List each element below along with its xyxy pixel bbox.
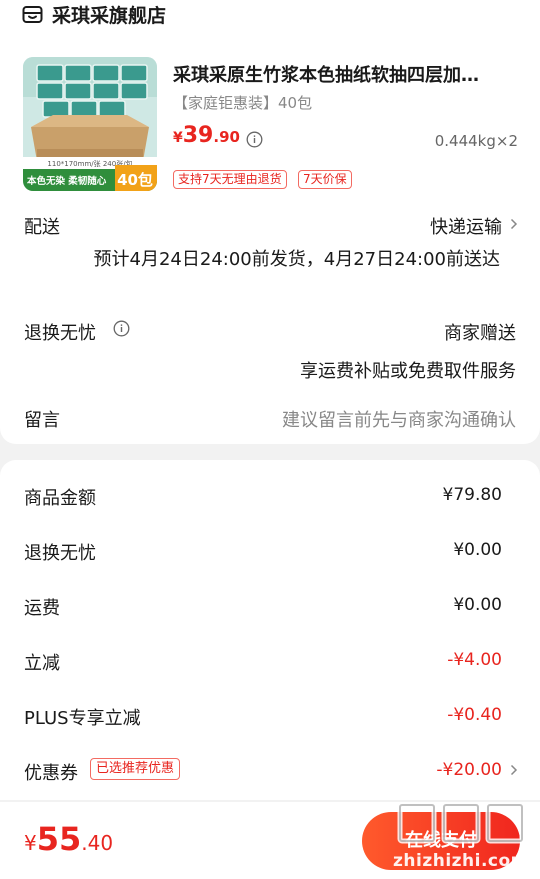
summary-discount-value: -¥4.00 — [447, 650, 502, 670]
summary-coupon-label[interactable]: 优惠券 — [24, 759, 78, 785]
coupon-chevron-icon[interactable] — [510, 764, 518, 776]
product-price: ¥39.90 — [173, 123, 240, 148]
delivery-label: 配送 — [24, 217, 60, 238]
total-decimal: .40 — [81, 831, 114, 855]
product-weight-quantity: 0.444kg×2 — [434, 132, 518, 150]
price-protect-tag: 7天价保 — [298, 170, 352, 189]
price-integer: 39 — [182, 123, 214, 148]
store-icon — [22, 5, 43, 23]
total-currency: ¥ — [24, 831, 37, 855]
watermark-text: zhizhizhi.com — [393, 851, 529, 871]
price-decimal: .90 — [213, 128, 240, 146]
store-header[interactable]: 采琪采旗舰店 — [22, 2, 167, 27]
order-card: 采琪采旗舰店 110*170mm/张 240张/包 本色无染 柔韧随心 40包 … — [0, 0, 540, 444]
summary-returns-label: 退换无忧 — [24, 543, 96, 564]
summary-goods-label: 商品金额 — [24, 488, 96, 509]
coupon-badge: 已选推荐优惠 — [90, 758, 181, 780]
store-name: 采琪采旗舰店 — [52, 4, 167, 27]
summary-coupon-value[interactable]: -¥20.00 — [436, 760, 502, 780]
summary-plus-label: PLUS专享立减 — [24, 708, 141, 729]
returns-value: 商家赠送 — [444, 323, 516, 344]
price-summary-card — [0, 460, 540, 800]
summary-discount-label: 立减 — [24, 653, 60, 674]
product-spec[interactable]: 【家庭钜惠装】40包 — [173, 92, 312, 113]
summary-shipping-value: ¥0.00 — [453, 595, 502, 615]
total-price: ¥55.40 — [24, 820, 113, 858]
returns-info-icon[interactable] — [113, 320, 130, 337]
image-count-text: 40包 — [117, 171, 153, 189]
message-input[interactable]: 建议留言前先与商家沟通确认 — [282, 406, 516, 432]
summary-shipping-label: 运费 — [24, 598, 60, 619]
image-banner-text: 本色无染 柔韧随心 — [27, 175, 107, 187]
product-title[interactable]: 采琪采原生竹浆本色抽纸软抽四层加… — [173, 61, 479, 87]
message-label: 留言 — [24, 410, 60, 431]
returns-desc: 享运费补贴或免费取件服务 — [300, 361, 516, 382]
returns-label: 退换无忧 — [24, 323, 96, 344]
summary-returns-value: ¥0.00 — [453, 540, 502, 560]
summary-goods-value: ¥79.80 — [442, 485, 502, 505]
chevron-right-icon[interactable] — [510, 218, 518, 230]
total-integer: 55 — [36, 820, 82, 858]
summary-plus-value: -¥0.40 — [447, 705, 502, 725]
price-info-icon[interactable] — [246, 131, 263, 148]
delivery-method[interactable]: 快递运输 — [430, 213, 502, 239]
product-image[interactable]: 110*170mm/张 240张/包 本色无染 柔韧随心 40包 — [23, 57, 157, 191]
delivery-eta: 预计4月24日24:00前发货，4月27日24:00前送达 — [93, 249, 500, 270]
price-currency: ¥ — [173, 130, 183, 146]
return-policy-tag: 支持7天无理由退货 — [173, 170, 287, 189]
